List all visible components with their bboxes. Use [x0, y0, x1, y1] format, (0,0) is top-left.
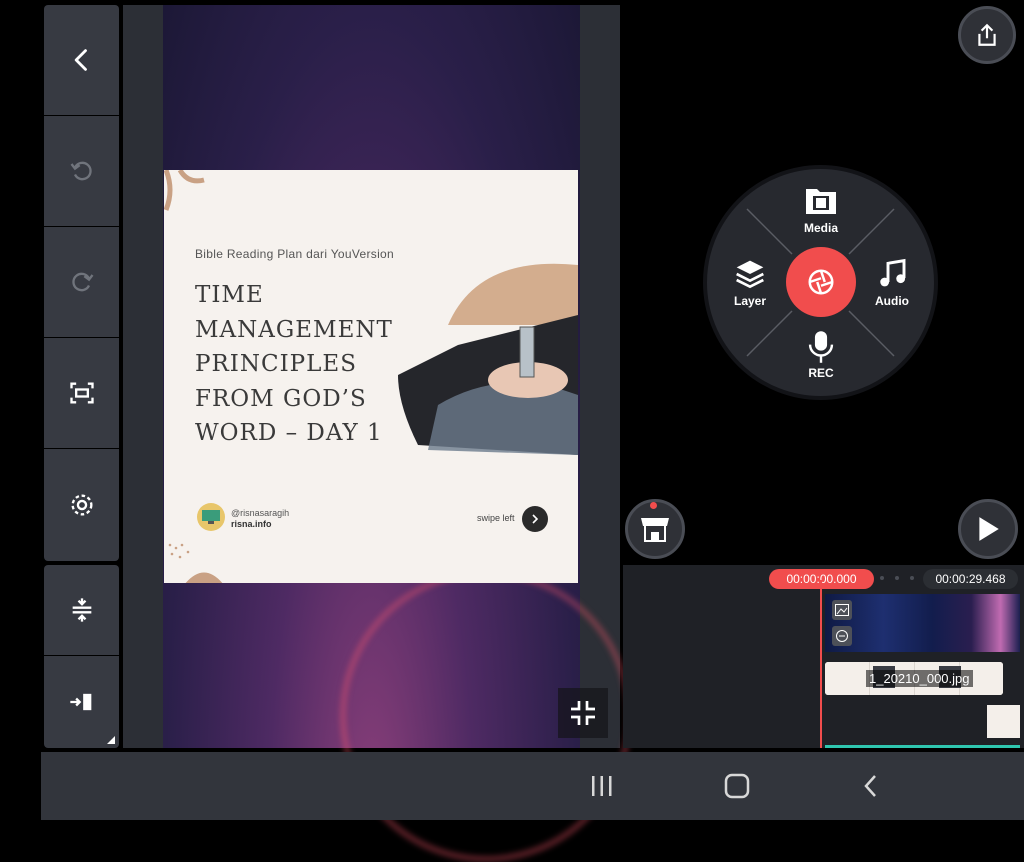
slide-card: Bible Reading Plan dari YouVersion TIME … [164, 170, 578, 583]
timeline[interactable] [623, 565, 1024, 748]
card-username: @risnasaragih [231, 508, 290, 518]
settings-button[interactable] [44, 449, 119, 561]
track-height-button[interactable] [44, 565, 119, 655]
clip-filename: 1_20210_000.jpg [866, 670, 973, 687]
share-button[interactable] [958, 6, 1016, 64]
swipe-text: swipe left [477, 513, 515, 523]
redo-icon [71, 272, 93, 292]
effect-layer-icon [832, 626, 852, 646]
undo-icon [70, 161, 92, 181]
playhead[interactable] [820, 580, 822, 748]
notification-dot [650, 502, 657, 509]
system-back-icon[interactable] [861, 773, 881, 799]
redo-button[interactable] [44, 227, 119, 337]
hourglass-hands-image [398, 263, 578, 455]
avatar [197, 503, 225, 531]
exit-fullscreen-button[interactable] [558, 688, 608, 738]
jump-to-end-button[interactable] [44, 656, 119, 748]
undo-button[interactable] [44, 116, 119, 226]
swipe-arrow-icon [522, 506, 548, 532]
home-icon[interactable] [724, 773, 750, 799]
gear-icon [71, 494, 92, 516]
media-label: Media [803, 221, 838, 235]
back-button[interactable] [44, 5, 119, 115]
decor-leaf-icon [164, 170, 205, 211]
background-video-clip[interactable] [825, 594, 1020, 652]
store-icon [641, 518, 669, 542]
media-folder-icon [806, 189, 836, 214]
collapse-icon [571, 701, 595, 725]
timeline-tick [895, 576, 899, 580]
audio-label: Audio [875, 294, 909, 308]
track-height-icon [72, 598, 91, 622]
card-website: risna.info [231, 519, 272, 529]
system-nav-bar [41, 752, 1024, 820]
corner-indicator-icon [107, 736, 115, 744]
fit-screen-icon [69, 382, 94, 404]
timeline-tick [880, 576, 884, 580]
play-icon [979, 517, 999, 541]
rec-label: REC [808, 366, 834, 380]
total-time: 00:00:29.468 [923, 569, 1018, 589]
next-clip-thumbnail[interactable] [987, 705, 1020, 738]
aspect-ratio-button[interactable] [44, 338, 119, 448]
shutter-icon [808, 269, 834, 295]
layer-label: Layer [733, 294, 767, 308]
decor-dots-icon [168, 543, 223, 583]
music-note-icon [880, 258, 906, 287]
play-button[interactable] [958, 499, 1018, 559]
capture-button[interactable] [786, 247, 856, 317]
image-layer-icon [832, 600, 852, 620]
card-subtitle: Bible Reading Plan dari YouVersion [195, 247, 395, 261]
audio-track-bar [825, 745, 1020, 748]
share-icon [978, 23, 996, 46]
chevron-left-icon [74, 49, 87, 71]
microphone-icon [808, 331, 834, 363]
card-title: TIME MANAGEMENT PRINCIPLES FROM GOD’S WO… [195, 282, 393, 446]
timeline-tick [910, 576, 914, 580]
layers-icon [736, 260, 764, 289]
recent-apps-icon[interactable] [589, 774, 615, 798]
jump-end-icon [69, 693, 91, 711]
